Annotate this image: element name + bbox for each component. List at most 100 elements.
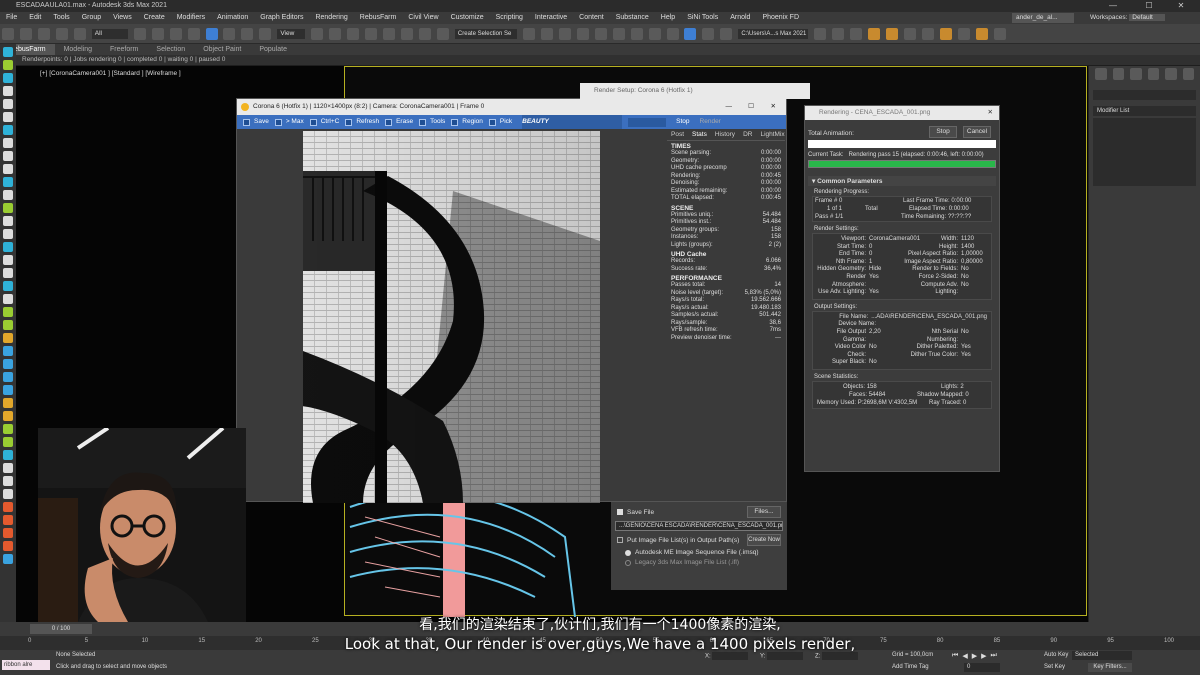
hierarchy-tab-icon[interactable] [1130,68,1142,80]
put-image-checkbox[interactable] [617,537,623,543]
maximize-button[interactable]: ☐ [1134,0,1164,12]
menu-item-civil-view[interactable]: Civil View [402,12,444,24]
left-tool-34-icon[interactable] [3,476,13,486]
zoom-icons[interactable] [628,117,667,127]
edit-named-sets-icon[interactable] [436,28,449,40]
modifier-stack[interactable] [1093,118,1196,186]
rect-select-icon[interactable] [169,28,182,40]
converter-icon[interactable] [957,28,970,40]
snaps-icon[interactable] [365,28,378,40]
maxscript-listener[interactable]: ribbon alre [2,660,50,670]
menu-item-animation[interactable]: Animation [211,12,254,24]
left-tool-5-icon[interactable] [3,99,13,109]
spinner-snap-icon[interactable] [419,28,432,40]
coord-x-field[interactable] [712,652,749,660]
left-tool-9-icon[interactable] [3,151,13,161]
toggle-ribbon-icon[interactable] [576,28,589,40]
left-tool-20-icon[interactable] [3,294,13,304]
render-image[interactable] [303,131,600,503]
menu-item-substance[interactable]: Substance [610,12,655,24]
left-tool-8-icon[interactable] [3,138,13,148]
selection-filter[interactable]: All [91,29,128,39]
vfb-erase-button[interactable]: Erase [396,115,413,129]
play-icon[interactable]: ▶ [972,652,977,660]
left-tool-24-icon[interactable] [3,346,13,356]
left-tool-33-icon[interactable] [3,463,13,473]
move-icon[interactable] [205,28,218,40]
left-tool-16-icon[interactable] [3,242,13,252]
menu-item-tools[interactable]: Tools [47,12,75,24]
close-button[interactable]: ✕ [1166,0,1196,12]
left-tool-13-icon[interactable] [3,203,13,213]
render-setup-title-bar[interactable]: Render Setup: Corona 6 (Hotfix 1) [580,83,810,99]
schematic-view-icon[interactable] [612,28,625,40]
vfb-ctrl-c-button[interactable]: Ctrl+C [321,115,340,129]
tools-icon[interactable] [921,28,934,40]
files-button[interactable]: Files... [747,506,781,518]
render-iterative-icon[interactable] [702,28,715,40]
mirror-icon[interactable] [522,28,535,40]
percent-snap-icon[interactable] [401,28,414,40]
left-tool-17-icon[interactable] [3,255,13,265]
project-folder-icon[interactable] [814,28,827,40]
ribbon-tab-modeling[interactable]: Modeling [55,44,101,55]
ifl-option[interactable]: Legacy 3ds Max Image File List (.ifl) [611,559,787,566]
scale-icon[interactable] [241,28,254,40]
ribbon-tab-object-paint[interactable]: Object Paint [194,44,250,55]
rendering-close-button[interactable]: ✕ [988,106,993,120]
previous-frame-icon[interactable]: ◀ [962,652,967,660]
select-by-name-icon[interactable] [151,28,164,40]
vfb-render-button[interactable]: Render [700,115,721,129]
utilities-tab-icon[interactable] [1182,68,1194,80]
vfb-max-button[interactable]: > Max [286,115,304,129]
forest-icon[interactable] [886,28,899,40]
left-tool-40-icon[interactable] [3,554,13,564]
bind-icon[interactable] [73,28,86,40]
open-icon[interactable] [832,28,845,40]
select-icon[interactable] [133,28,146,40]
menu-item-views[interactable]: Views [107,12,138,24]
menu-item-graph-editors[interactable]: Graph Editors [254,12,309,24]
left-tool-21-icon[interactable] [3,307,13,317]
vfb-minimize-button[interactable]: — [726,99,733,115]
align-icon[interactable] [540,28,553,40]
coord-y-field[interactable] [767,652,804,660]
unlink-icon[interactable] [55,28,68,40]
save-file-checkbox[interactable] [617,509,623,515]
create-tab-icon[interactable] [1095,68,1107,80]
modify-tab-icon[interactable] [1112,68,1124,80]
render-production-icon[interactable] [684,28,697,40]
left-tool-1-icon[interactable] [3,47,13,57]
layer-explorer-icon[interactable] [558,28,571,40]
user-account[interactable]: ander_de_al... [1012,13,1074,23]
window-crossing-icon[interactable] [187,28,200,40]
menu-item-group[interactable]: Group [76,12,107,24]
modifier-list[interactable]: Modifier List [1093,106,1196,116]
imsq-option[interactable]: Autodesk ME Image Sequence File (.imsq) [611,549,787,556]
link-icon[interactable] [37,28,50,40]
keyboard-shortcut-icon[interactable] [347,28,360,40]
render-setup-icon[interactable] [648,28,661,40]
menu-item-customize[interactable]: Customize [445,12,490,24]
left-tool-37-icon[interactable] [3,515,13,525]
menu-item-rendering[interactable]: Rendering [309,12,353,24]
left-tool-10-icon[interactable] [3,164,13,174]
vfb-stop-button[interactable]: Stop [676,115,689,129]
go-to-start-icon[interactable]: ⏮ [952,652,958,660]
left-tool-32-icon[interactable] [3,450,13,460]
left-tool-23-icon[interactable] [3,333,13,343]
rendered-frame-window-icon[interactable] [666,28,679,40]
vfb-region-button[interactable]: Region [462,115,483,129]
ifl-radio[interactable] [625,559,631,566]
render-icon[interactable] [720,28,733,40]
left-tool-36-icon[interactable] [3,502,13,512]
imsq-radio[interactable] [625,549,631,556]
create-now-button[interactable]: Create Now [747,534,781,546]
select-manipulate-icon[interactable] [329,28,342,40]
menu-item-content[interactable]: Content [573,12,610,24]
vfb-tab-lightmix[interactable]: LightMix [760,131,784,140]
vfb-pick-button[interactable]: Pick [500,115,512,129]
key-filters-button[interactable]: Key Filters... [1088,663,1132,672]
vfb-refresh-button[interactable]: Refresh [356,115,379,129]
left-tool-26-icon[interactable] [3,372,13,382]
